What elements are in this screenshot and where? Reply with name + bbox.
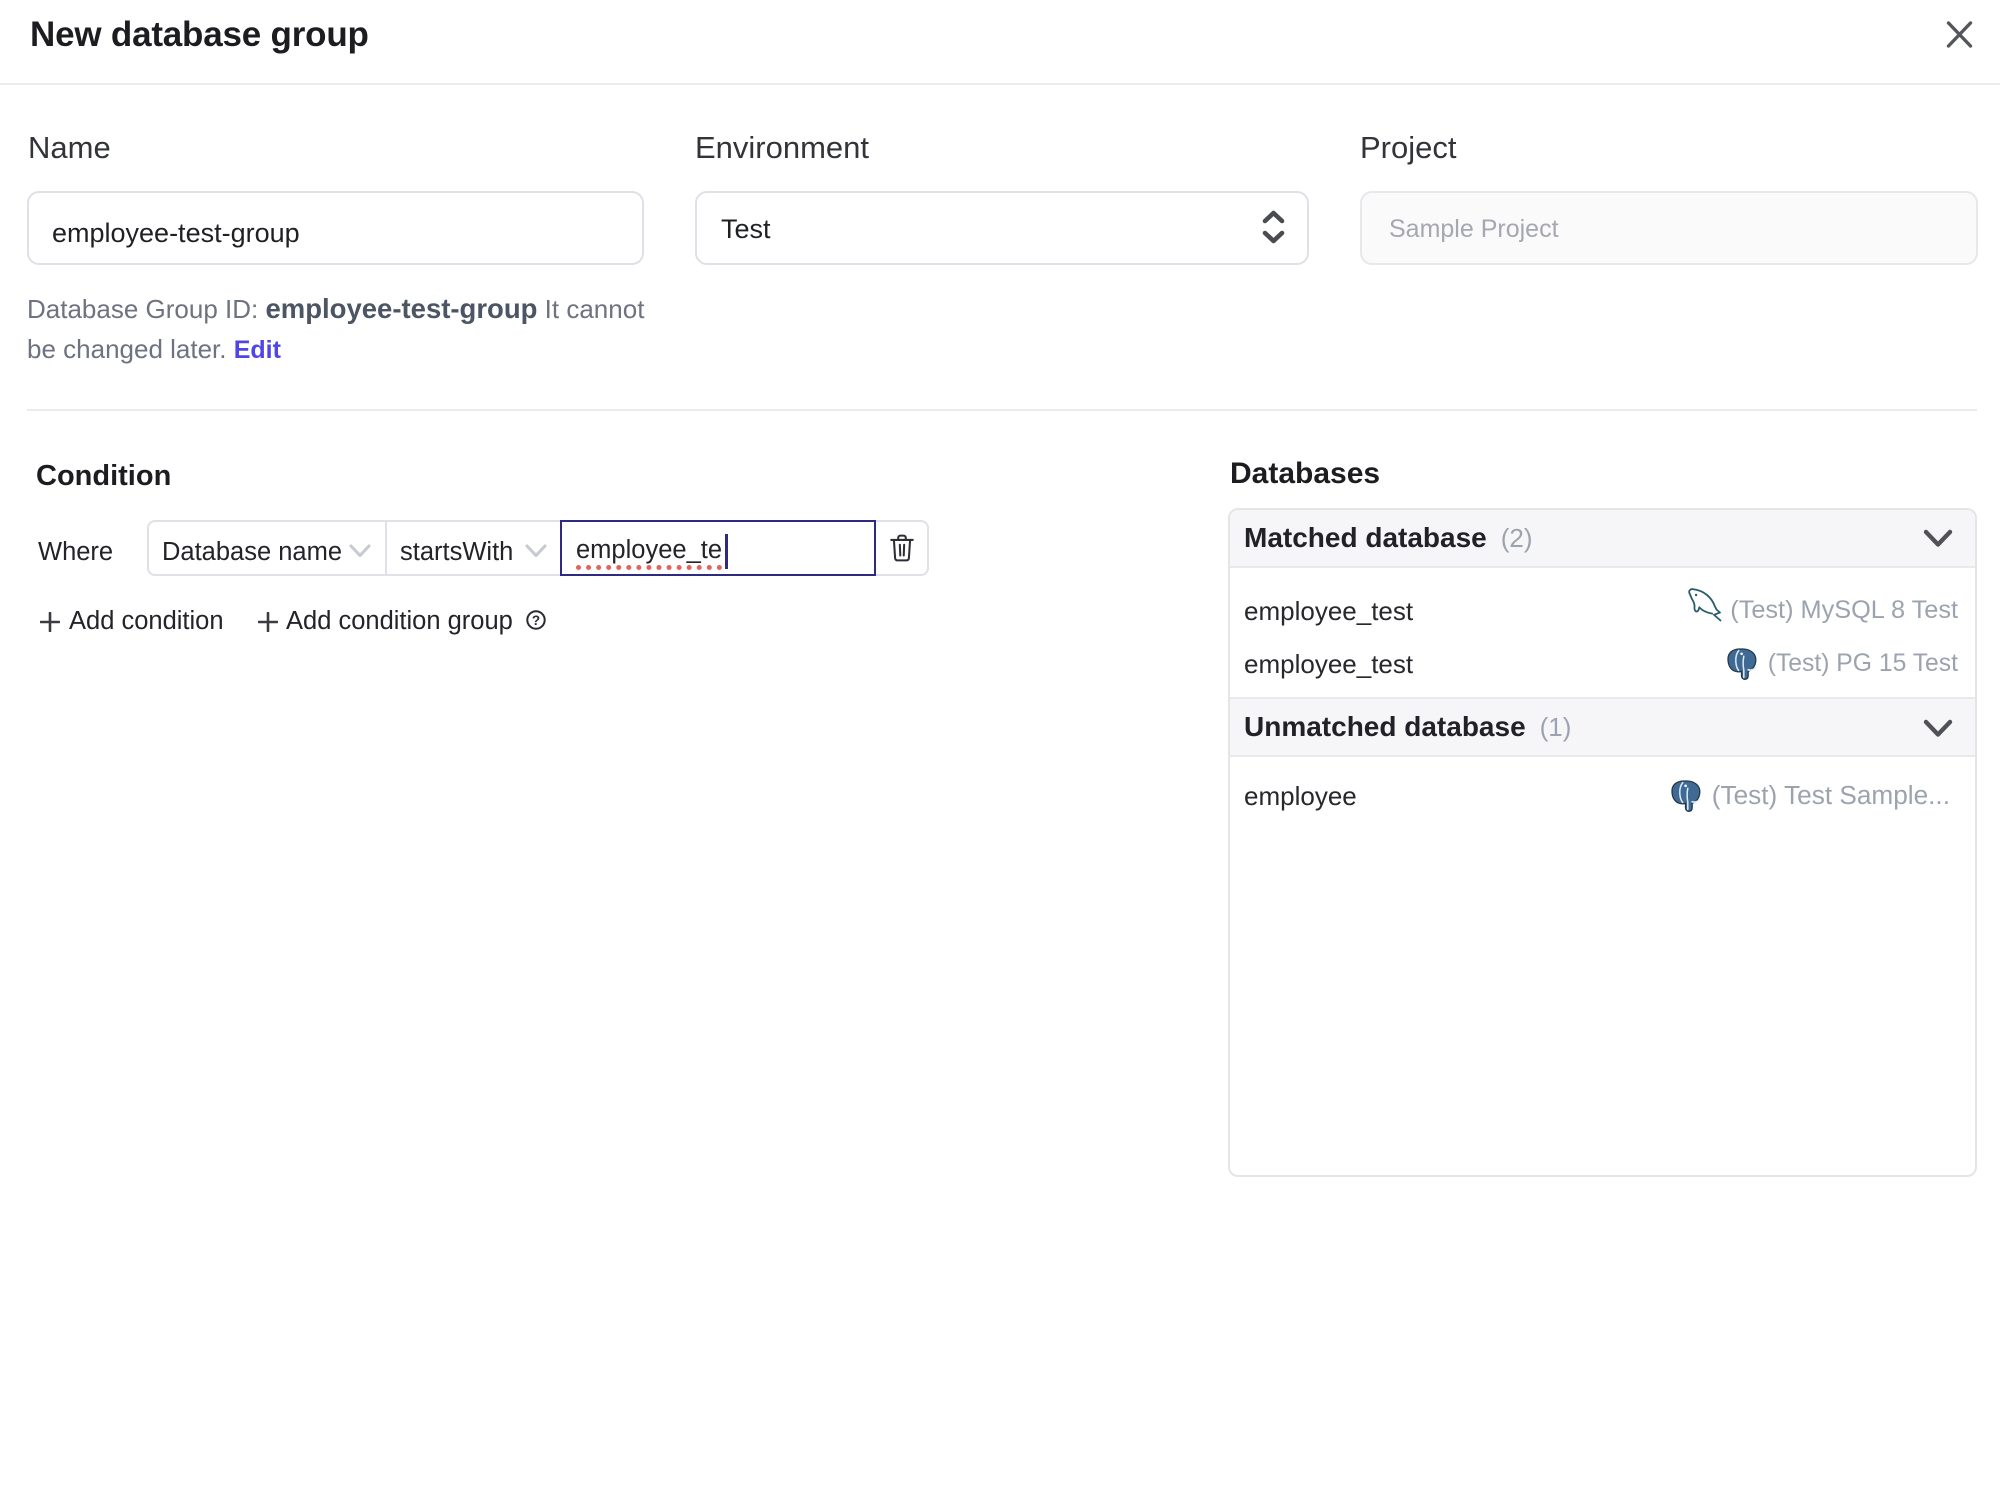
- svg-text:?: ?: [532, 613, 540, 628]
